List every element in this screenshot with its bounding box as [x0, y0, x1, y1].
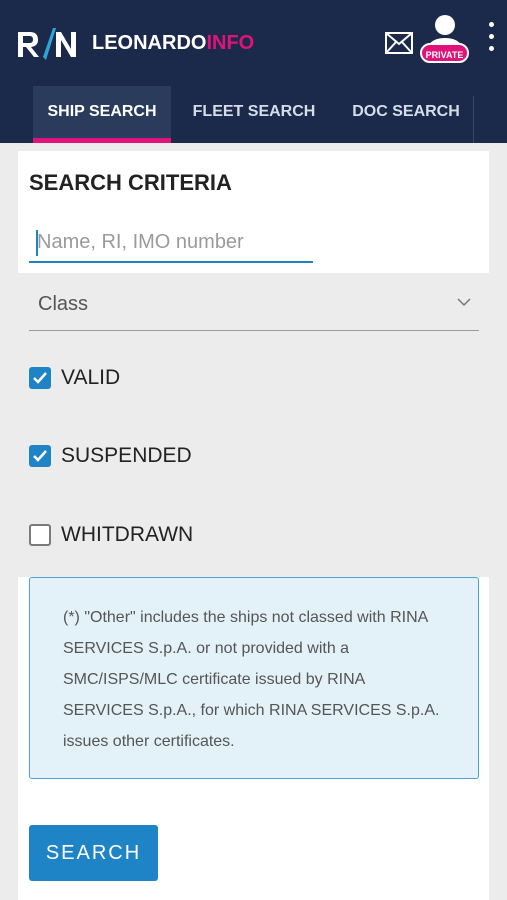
private-badge: PRIVATE: [420, 43, 469, 63]
filter-withdrawn[interactable]: WHITDRAWN: [29, 520, 193, 550]
page-title: SEARCH CRITERIA: [29, 170, 232, 195]
search-tabs: SHIP SEARCH FLEET SEARCH DOC SEARCH: [0, 86, 507, 143]
class-dropdown-label: Class: [38, 293, 89, 315]
rina-logo-icon: [16, 24, 82, 64]
tab-ship-search[interactable]: SHIP SEARCH: [33, 86, 171, 143]
text-caret: [36, 230, 38, 256]
mail-icon[interactable]: [385, 32, 413, 54]
brand-main: LEONARDO: [92, 32, 207, 54]
filter-label-withdrawn: WHITDRAWN: [61, 523, 194, 546]
search-button[interactable]: SEARCH: [29, 825, 158, 881]
brand-accent: INFO: [206, 32, 255, 54]
tab-fleet-search[interactable]: FLEET SEARCH: [183, 86, 325, 143]
checkbox-valid[interactable]: [29, 367, 51, 389]
brand-title: LEONARDOINFO: [92, 32, 254, 55]
filter-suspended[interactable]: SUSPENDED: [29, 441, 192, 471]
filter-label-suspended: SUSPENDED: [61, 444, 192, 467]
kebab-menu-icon[interactable]: [486, 22, 496, 58]
filter-label-valid: VALID: [61, 366, 121, 389]
checkmark-icon: [33, 450, 47, 462]
app-header: LEONARDOINFO PRIVATE SHIP SEARCH FLEET S…: [0, 0, 507, 143]
class-dropdown[interactable]: Class: [29, 281, 479, 331]
tab-divider: [473, 96, 474, 143]
search-input[interactable]: [29, 223, 313, 263]
checkbox-withdrawn[interactable]: [29, 524, 51, 546]
tab-doc-search[interactable]: DOC SEARCH: [340, 86, 472, 143]
filter-valid[interactable]: VALID: [29, 363, 120, 393]
info-note: (*) "Other" includes the ships not class…: [29, 577, 479, 779]
chevron-down-icon: [457, 298, 471, 307]
checkbox-suspended[interactable]: [29, 445, 51, 467]
checkmark-icon: [33, 372, 47, 384]
